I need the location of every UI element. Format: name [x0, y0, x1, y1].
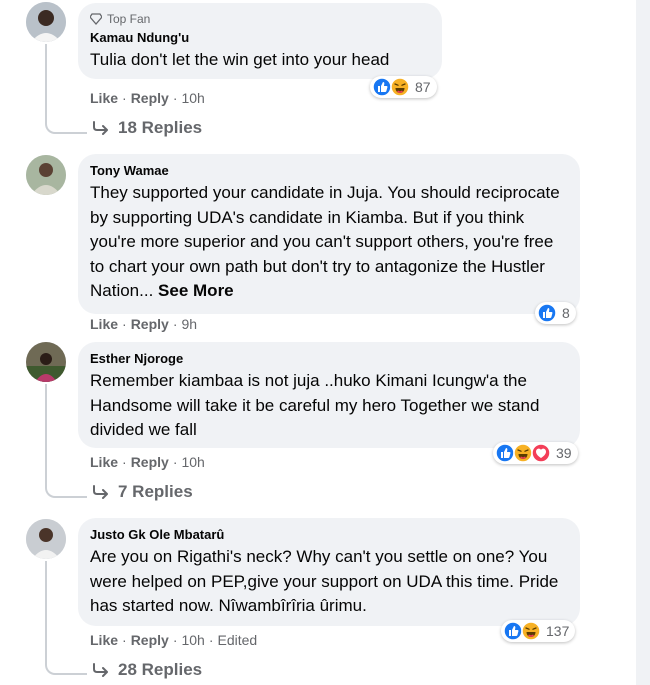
reply-button[interactable]: Reply	[131, 454, 169, 470]
comment-author[interactable]: Kamau Ndung'u	[90, 29, 430, 47]
like-reaction-icon	[372, 77, 392, 97]
separator-dot: ·	[122, 316, 127, 332]
reaction-summary[interactable]: 39	[493, 442, 578, 464]
separator-dot: ·	[172, 454, 178, 470]
badge-label: Top Fan	[107, 12, 151, 26]
see-more-link[interactable]: See More	[158, 281, 234, 300]
avatar[interactable]	[26, 519, 66, 559]
comment-bubble: Esther Njoroge Remember kiambaa is not j…	[78, 342, 580, 448]
replies-count-label[interactable]: 18 Replies	[118, 118, 202, 138]
view-replies-link[interactable]: 7 Replies	[92, 482, 193, 502]
reply-button[interactable]: Reply	[131, 632, 169, 648]
comment-actions: Like · Reply · 9h	[90, 315, 197, 333]
top-fan-badge: Top Fan	[90, 11, 430, 27]
comment-text: Are you on Rigathi's neck? Why can't you…	[90, 547, 564, 615]
avatar[interactable]	[26, 2, 66, 42]
comment-text: Tulia don't let the win get into your he…	[90, 50, 390, 69]
replies-count-label[interactable]: 28 Replies	[118, 660, 202, 680]
separator-dot: ·	[208, 632, 214, 648]
comment-author[interactable]: Esther Njoroge	[90, 350, 568, 368]
comment-bubble: Top Fan Kamau Ndung'u Tulia don't let th…	[78, 3, 442, 79]
comment-time[interactable]: 10h	[181, 632, 204, 648]
like-button[interactable]: Like	[90, 632, 118, 648]
comment-bubble: Tony Wamae They supported your candidate…	[78, 154, 580, 314]
reaction-summary[interactable]: 137	[501, 620, 576, 642]
reply-thread-line	[45, 384, 87, 498]
view-replies-link[interactable]: 18 Replies	[92, 118, 202, 138]
page-edge	[636, 0, 650, 685]
like-button[interactable]: Like	[90, 454, 118, 470]
comment-time[interactable]: 10h	[181, 90, 204, 106]
haha-reaction-icon	[513, 443, 533, 463]
comment-time[interactable]: 9h	[181, 316, 197, 332]
reaction-summary[interactable]: 87	[370, 76, 437, 98]
haha-reaction-icon	[521, 621, 541, 641]
like-button[interactable]: Like	[90, 90, 118, 106]
avatar[interactable]	[26, 342, 66, 382]
edited-label[interactable]: Edited	[218, 632, 258, 648]
reply-arrow-icon	[93, 121, 108, 135]
replies-count-label[interactable]: 7 Replies	[118, 482, 193, 502]
reply-thread-line	[45, 44, 87, 134]
haha-reaction-icon	[390, 77, 410, 97]
comment-actions: Like · Reply · 10h · Edited	[90, 631, 257, 649]
comment-bubble: Justo Gk Ole Mbatarû Are you on Rigathi'…	[78, 518, 580, 626]
separator-dot: ·	[172, 316, 178, 332]
separator-dot: ·	[172, 90, 178, 106]
reply-thread-line	[45, 561, 87, 675]
reaction-count: 39	[556, 445, 572, 461]
like-button[interactable]: Like	[90, 316, 118, 332]
avatar[interactable]	[26, 155, 66, 195]
reply-button[interactable]: Reply	[131, 316, 169, 332]
reaction-summary[interactable]: 8	[535, 302, 576, 324]
comment-actions: Like · Reply · 10h	[90, 89, 205, 107]
separator-dot: ·	[122, 90, 127, 106]
comment-actions: Like · Reply · 10h	[90, 453, 205, 471]
comment-author[interactable]: Justo Gk Ole Mbatarû	[90, 526, 568, 544]
reaction-count: 87	[415, 79, 431, 95]
separator-dot: ·	[172, 632, 178, 648]
view-replies-link[interactable]: 28 Replies	[92, 660, 202, 680]
like-reaction-icon	[537, 303, 557, 323]
like-reaction-icon	[495, 443, 515, 463]
comment-text: They supported your candidate in Juja. Y…	[90, 181, 568, 304]
reaction-count: 137	[546, 623, 570, 639]
separator-dot: ·	[122, 632, 127, 648]
comment-time[interactable]: 10h	[181, 454, 204, 470]
diamond-icon	[90, 13, 102, 25]
reply-button[interactable]: Reply	[131, 90, 169, 106]
separator-dot: ·	[122, 454, 127, 470]
like-reaction-icon	[503, 621, 523, 641]
reply-arrow-icon	[93, 485, 108, 499]
reaction-count: 8	[562, 305, 570, 321]
reply-arrow-icon	[93, 663, 108, 677]
love-reaction-icon	[531, 443, 551, 463]
comment-author[interactable]: Tony Wamae	[90, 162, 568, 180]
comment-text: Remember kiambaa is not juja ..huko Kima…	[90, 371, 545, 439]
